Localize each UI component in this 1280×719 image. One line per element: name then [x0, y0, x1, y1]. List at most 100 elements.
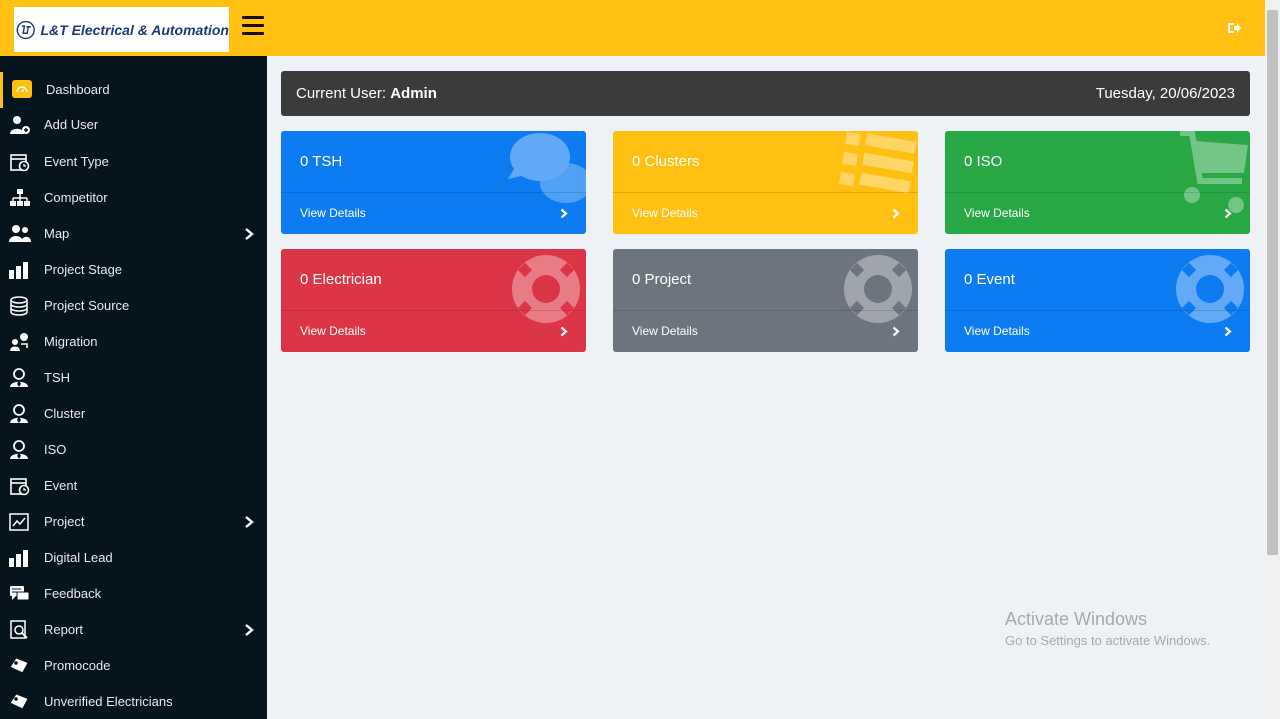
menu-toggle-button[interactable] — [242, 16, 264, 36]
sidebar-item-report[interactable]: Report — [0, 612, 267, 648]
scrollbar-thumb[interactable] — [1267, 10, 1278, 555]
sidebar-item-label: TSH — [44, 370, 70, 385]
chevron-right-icon — [245, 624, 254, 636]
calendar-clock-icon — [9, 476, 31, 496]
user-tie-icon — [9, 368, 31, 388]
calendar-clock-icon — [9, 152, 31, 172]
card-count-title: 0 Project — [632, 271, 692, 288]
sidebar-item-project-stage[interactable]: Project Stage — [0, 252, 267, 288]
view-details-link[interactable]: View Details — [945, 310, 1250, 352]
current-user-label: Current User: — [296, 85, 391, 102]
chart-window-icon — [9, 512, 31, 532]
view-details-link[interactable]: View Details — [281, 310, 586, 352]
add-user-icon — [9, 115, 31, 135]
top-header: L&T Electrical & Automation — [0, 0, 1265, 56]
chevron-right-icon — [245, 516, 254, 528]
sidebar-item-label: Digital Lead — [44, 550, 113, 565]
sidebar-item-label: Project — [44, 514, 85, 529]
chevron-right-icon — [1224, 208, 1232, 219]
sidebar-item-tsh[interactable]: TSH — [0, 360, 267, 396]
sidebar-item-add-user[interactable]: Add User — [0, 107, 267, 143]
lt-logo-icon — [16, 20, 35, 39]
card-count-title: 0 Electrician — [300, 271, 382, 288]
sidebar-item-label: Unverified Electricians — [44, 694, 173, 709]
sidebar-item-label: Feedback — [44, 586, 102, 601]
sidebar-item-unverified-electricians[interactable]: Unverified Electricians — [0, 684, 267, 719]
sidebar-item-label: Add User — [44, 117, 99, 132]
clusters-summary-card: 0 Clusters View Details — [613, 131, 918, 234]
view-details-link[interactable]: View Details — [613, 192, 918, 234]
logo-text: L&T Electrical & Automation — [40, 21, 229, 38]
sidebar-item-label: Map — [44, 226, 70, 241]
active-indicator — [0, 72, 3, 108]
tag-icon — [9, 656, 31, 676]
view-details-link[interactable]: View Details — [613, 310, 918, 352]
sidebar-item-map[interactable]: Map — [0, 216, 267, 252]
dashboard-icon — [12, 80, 32, 98]
sidebar-item-label: Event — [44, 478, 78, 493]
card-count-title: 0 ISO — [964, 153, 1003, 170]
user-tie-icon — [9, 440, 31, 460]
chevron-right-icon — [245, 228, 254, 240]
sidebar-item-dashboard[interactable]: Dashboard — [0, 72, 267, 108]
page-scrollbar[interactable] — [1265, 0, 1280, 719]
sidebar-item-feedback[interactable]: Feedback — [0, 576, 267, 612]
sidebar-item-label: Competitor — [44, 190, 108, 205]
sidebar-item-label: Promocode — [44, 658, 111, 673]
tag-icon — [9, 692, 31, 712]
event-summary-card: 0 Event View Details — [945, 249, 1250, 352]
sidebar-item-migration[interactable]: Migration — [0, 324, 267, 360]
view-details-label: View Details — [632, 206, 698, 220]
view-details-link[interactable]: View Details — [945, 192, 1250, 234]
sidebar-item-label: ISO — [44, 442, 67, 457]
chevron-right-icon — [892, 208, 900, 219]
sidebar-item-digital-lead[interactable]: Digital Lead — [0, 540, 267, 576]
card-count-title: 0 Event — [964, 271, 1015, 288]
project-summary-card: 0 Project View Details — [613, 249, 918, 352]
iso-summary-card: 0 ISO View Details — [945, 131, 1250, 234]
chevron-right-icon — [560, 326, 568, 337]
windows-activation-watermark: Activate Windows Go to Settings to activ… — [1005, 609, 1210, 648]
user-tie-icon — [9, 404, 31, 424]
sidebar-item-label: Project Source — [44, 298, 130, 313]
sidebar-item-label: Report — [44, 622, 84, 637]
electrician-summary-card: 0 Electrician View Details — [281, 249, 586, 352]
sidebar-item-label: Dashboard — [46, 82, 110, 97]
database-icon — [9, 296, 31, 316]
comments-icon — [9, 584, 31, 604]
watermark-line1: Activate Windows — [1005, 609, 1148, 629]
sidebar-item-cluster[interactable]: Cluster — [0, 396, 267, 432]
sidebar-item-event-type[interactable]: Event Type — [0, 144, 267, 180]
watermark-line2: Go to Settings to activate Windows. — [1005, 633, 1211, 648]
chevron-right-icon — [560, 208, 568, 219]
chevron-right-icon — [892, 326, 900, 337]
sidebar-item-event[interactable]: Event — [0, 468, 267, 504]
current-user-name: Admin — [390, 85, 437, 102]
sidebar-item-promocode[interactable]: Promocode — [0, 648, 267, 684]
current-user-text: Current User: Admin — [296, 85, 437, 102]
sidebar-item-project[interactable]: Project — [0, 504, 267, 540]
view-details-label: View Details — [300, 206, 366, 220]
view-details-label: View Details — [964, 206, 1030, 220]
card-count-title: 0 TSH — [300, 153, 343, 170]
sidebar-item-label: Project Stage — [44, 262, 123, 277]
current-user-bar: Current User: Admin Tuesday, 20/06/2023 — [281, 71, 1250, 116]
current-date: Tuesday, 20/06/2023 — [1095, 85, 1235, 102]
sitemap-icon — [9, 188, 31, 208]
sidebar-item-label: Migration — [44, 334, 98, 349]
tsh-summary-card: 0 TSH View Details — [281, 131, 586, 234]
report-search-icon — [9, 620, 31, 640]
users-icon — [9, 224, 31, 244]
view-details-label: View Details — [300, 324, 366, 338]
sidebar-item-project-source[interactable]: Project Source — [0, 288, 267, 324]
logout-icon[interactable] — [1226, 20, 1242, 36]
card-count-title: 0 Clusters — [632, 153, 700, 170]
sidebar-item-iso[interactable]: ISO — [0, 432, 267, 468]
sidebar-item-label: Cluster — [44, 406, 86, 421]
chevron-right-icon — [1224, 326, 1232, 337]
view-details-label: View Details — [632, 324, 698, 338]
sidebar-item-competitor[interactable]: Competitor — [0, 180, 267, 216]
brand-logo[interactable]: L&T Electrical & Automation — [14, 7, 229, 52]
view-details-link[interactable]: View Details — [281, 192, 586, 234]
migration-icon — [9, 332, 31, 352]
